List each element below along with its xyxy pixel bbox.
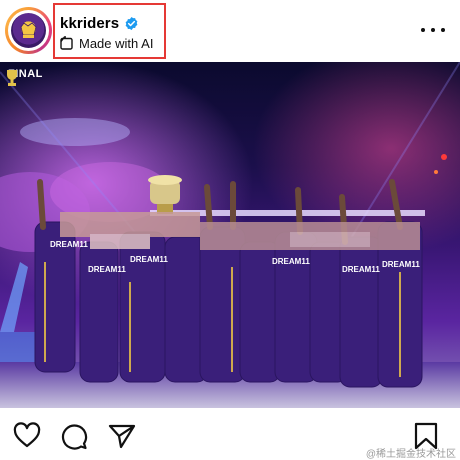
comment-icon[interactable]: [60, 422, 88, 450]
final-badge: FINAL: [4, 68, 43, 86]
jersey-text: DREAM11: [50, 240, 88, 249]
more-options-button[interactable]: [421, 20, 445, 40]
trophy-icon: [7, 70, 17, 86]
post-image[interactable]: DREAM11 DREAM11 DREAM11 DREAM11 DREAM11 …: [0, 62, 460, 408]
avatar[interactable]: [5, 7, 52, 54]
jersey-text: DREAM11: [130, 255, 168, 264]
jersey-text: DREAM11: [272, 257, 310, 266]
ai-label-text: Made with AI: [79, 35, 154, 51]
send-icon[interactable]: [108, 422, 136, 450]
ai-info-label[interactable]: Made with AI: [60, 34, 153, 52]
watermark: @稀土掘金技术社区: [365, 449, 456, 460]
jersey-text: DREAM11: [342, 265, 380, 274]
highlighted-post-meta: kkriders Made with AI: [53, 3, 166, 59]
avatar-border: [8, 10, 49, 51]
jersey-text: DREAM11: [88, 265, 126, 274]
more-options-icon: [421, 28, 425, 32]
jersey-text: DREAM11: [382, 260, 420, 269]
post-header: kkriders Made with AI: [0, 0, 460, 62]
ai-label-icon: [60, 36, 73, 50]
team-logo-icon: [11, 13, 46, 48]
heart-icon[interactable]: [13, 422, 41, 450]
username[interactable]: kkriders: [60, 15, 119, 32]
verified-badge-icon: [124, 16, 139, 31]
